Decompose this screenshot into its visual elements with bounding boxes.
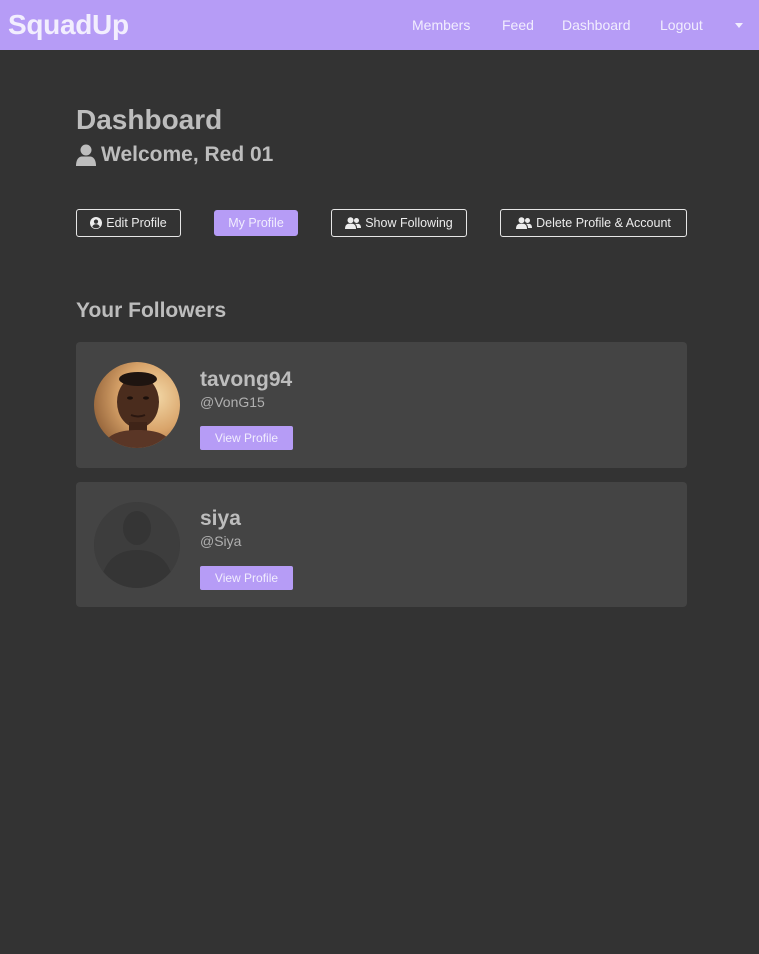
my-profile-label: My Profile bbox=[228, 216, 284, 230]
avatar bbox=[94, 502, 180, 588]
dropdown-caret-icon[interactable] bbox=[735, 23, 743, 28]
welcome-heading: Welcome, Red 01 bbox=[76, 143, 273, 167]
view-profile-button[interactable]: View Profile bbox=[200, 566, 293, 590]
follower-handle: @VonG15 bbox=[200, 394, 265, 410]
follower-card: siya @Siya View Profile bbox=[76, 482, 687, 607]
welcome-text: Welcome, Red 01 bbox=[101, 143, 274, 166]
nav-link-logout[interactable]: Logout bbox=[660, 17, 703, 33]
users-icon bbox=[345, 217, 362, 229]
view-profile-button[interactable]: View Profile bbox=[200, 426, 293, 450]
nav-link-members[interactable]: Members bbox=[412, 17, 470, 33]
brand-logo[interactable]: SquadUp bbox=[8, 9, 129, 41]
follower-username: siya bbox=[200, 507, 241, 530]
edit-profile-label: Edit Profile bbox=[106, 216, 167, 230]
delete-profile-button[interactable]: Delete Profile & Account bbox=[500, 209, 687, 237]
page-title: Dashboard bbox=[76, 104, 223, 135]
show-following-button[interactable]: Show Following bbox=[331, 209, 467, 237]
user-icon bbox=[76, 144, 96, 166]
delete-profile-label: Delete Profile & Account bbox=[536, 216, 671, 230]
top-navbar: SquadUp Members Feed Dashboard Logout bbox=[0, 0, 759, 50]
show-following-label: Show Following bbox=[365, 216, 453, 230]
nav-link-dashboard[interactable]: Dashboard bbox=[562, 17, 631, 33]
followers-section-title: Your Followers bbox=[76, 299, 227, 322]
follower-card: tavong94 @VonG15 View Profile bbox=[76, 342, 687, 468]
avatar bbox=[94, 362, 180, 448]
follower-handle: @Siya bbox=[200, 533, 242, 549]
follower-username: tavong94 bbox=[200, 368, 293, 391]
users-icon bbox=[516, 217, 533, 229]
edit-profile-button[interactable]: Edit Profile bbox=[76, 209, 181, 237]
my-profile-button[interactable]: My Profile bbox=[214, 210, 298, 236]
default-avatar-icon bbox=[94, 502, 180, 588]
nav-link-feed[interactable]: Feed bbox=[502, 17, 534, 33]
user-circle-icon bbox=[90, 217, 103, 229]
